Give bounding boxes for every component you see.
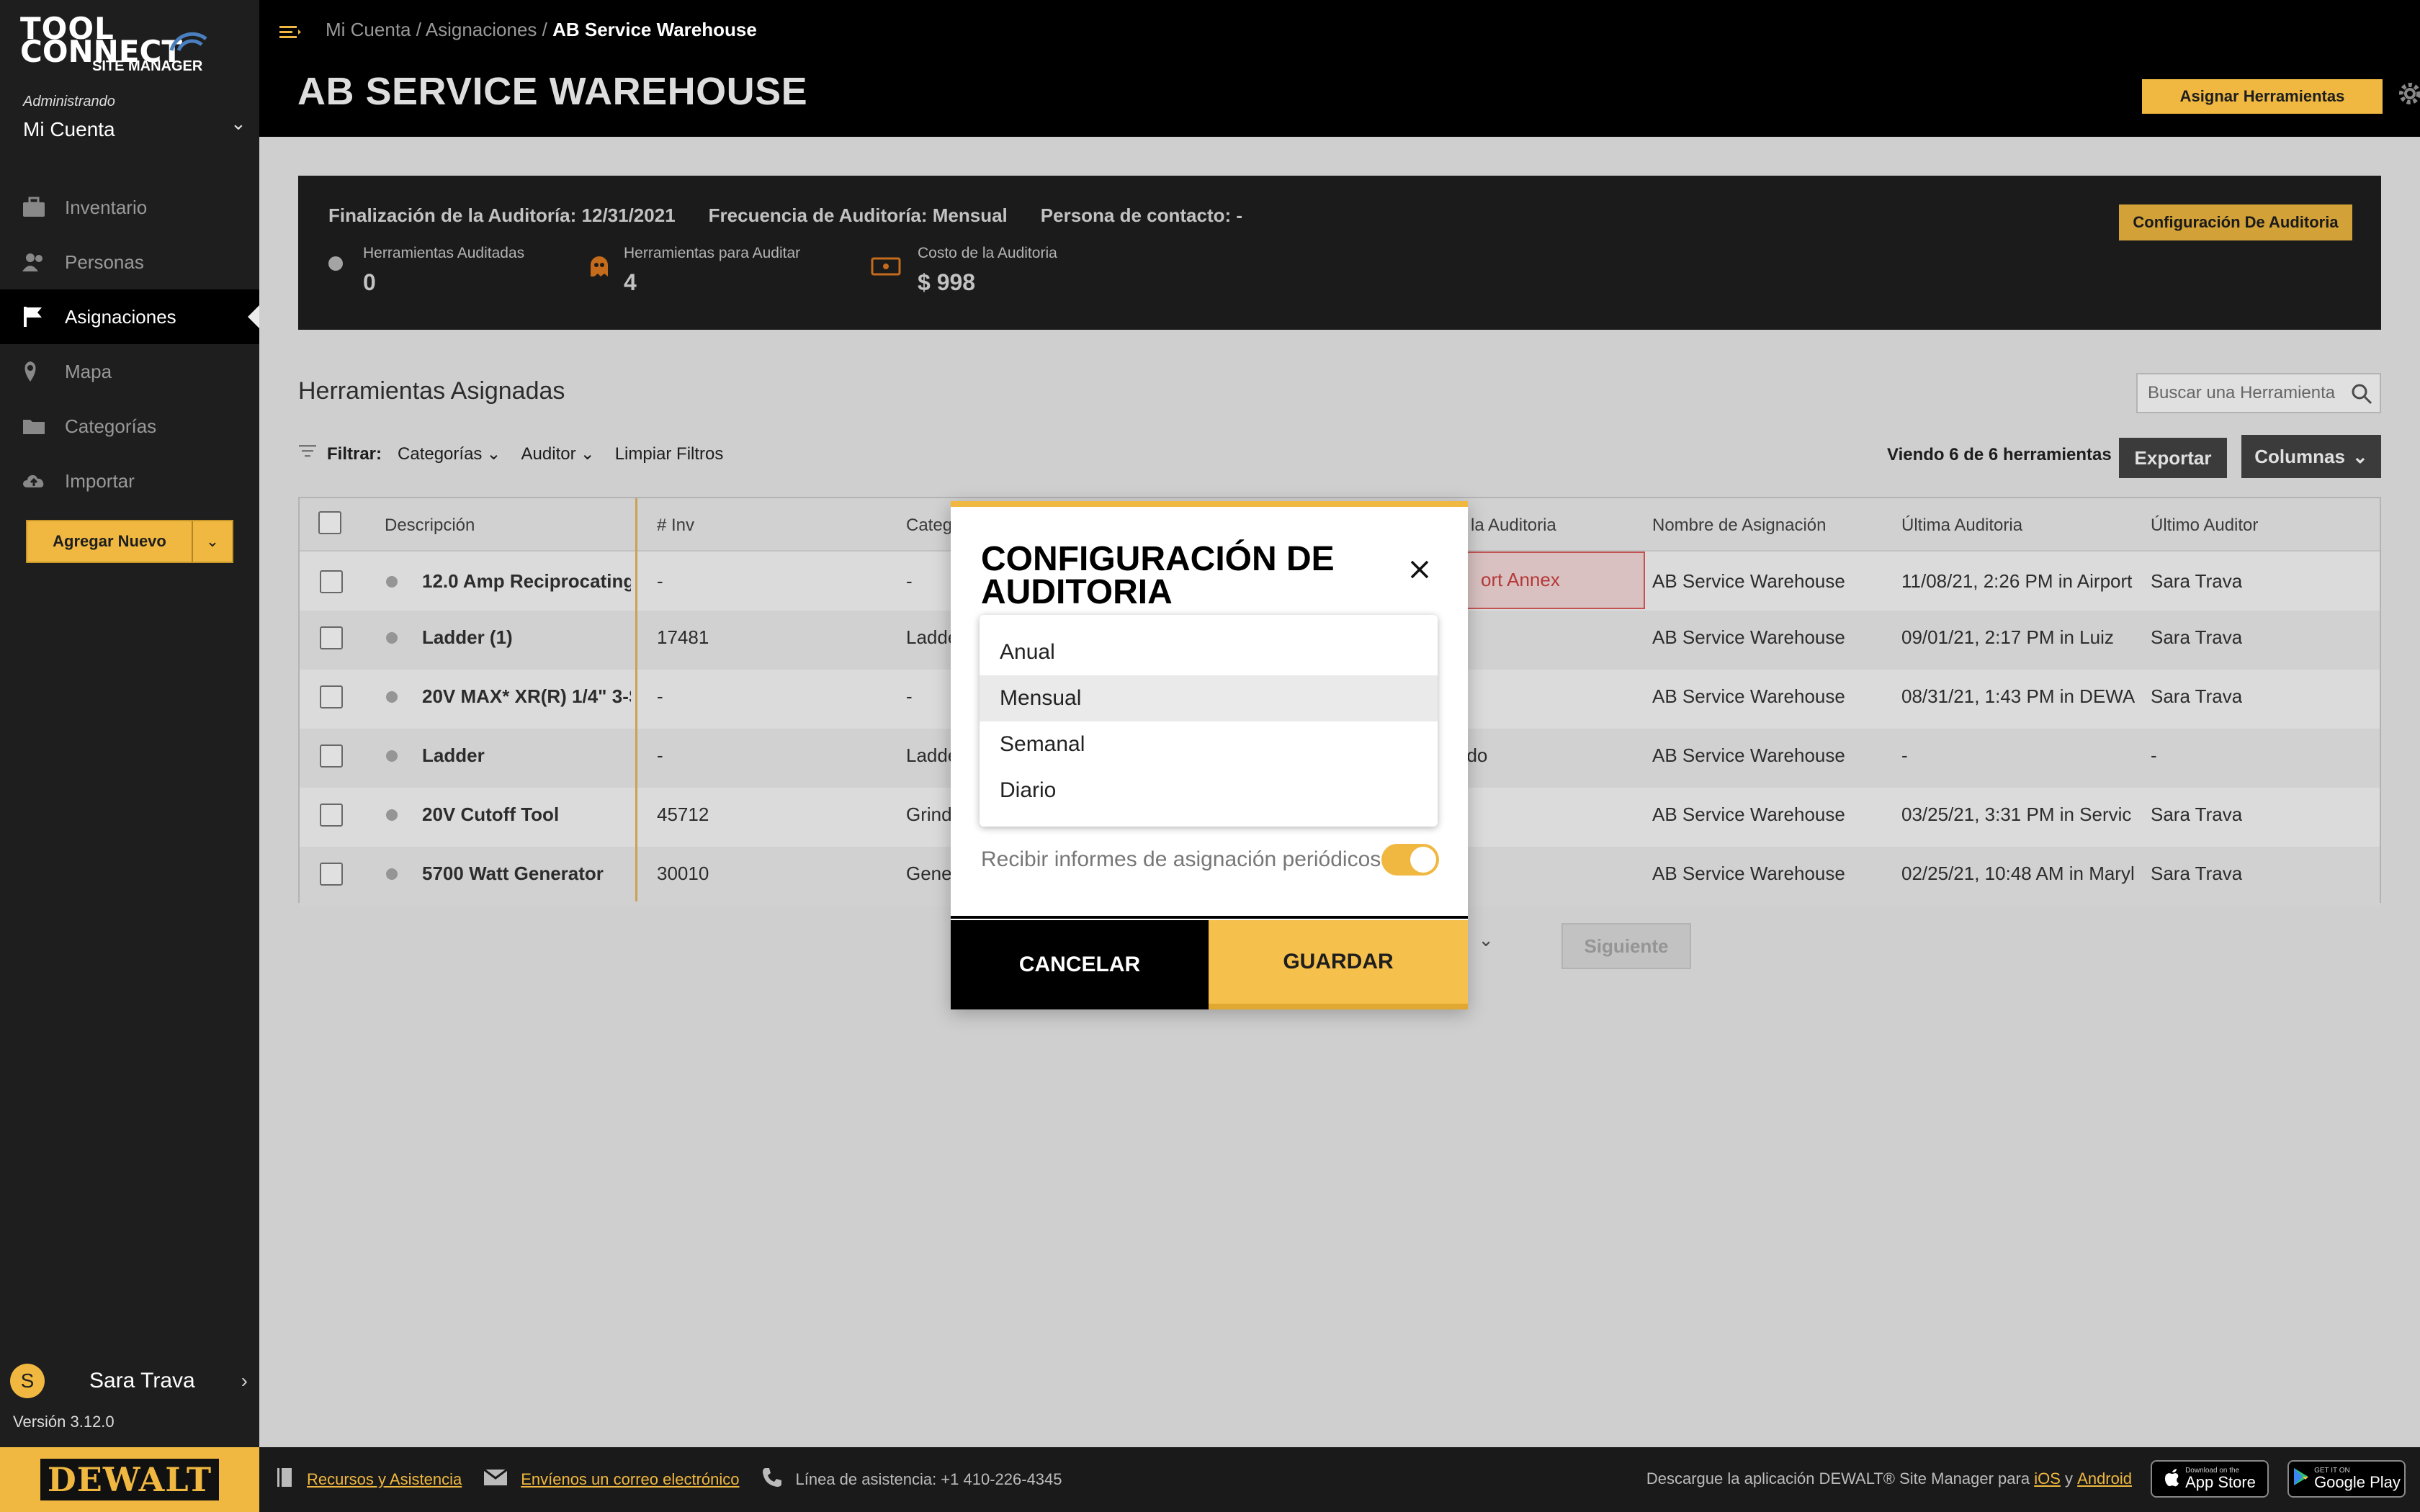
cancel-button[interactable]: CANCELAR [951,920,1209,1009]
ios-link[interactable]: iOS [2034,1470,2061,1488]
toolbox-icon [22,197,65,218]
top-header: Mi Cuenta / Asignaciones / AB Service Wa… [259,0,2420,137]
hotline-text: Línea de asistencia: +1 410-226-4345 [795,1470,1062,1488]
dewalt-logo[interactable]: DEWALT [0,1447,259,1512]
sidebar-item-inventario[interactable]: Inventario [0,180,259,235]
modal-title: CONFIGURACIÓN DE AUDITORIA [981,540,1335,611]
flag-icon [22,305,65,328]
cloud-upload-icon [22,470,65,492]
assign-tools-button[interactable]: Asignar Herramientas [2142,79,2383,114]
logo-subtitle: SITE MANAGER [92,58,203,74]
toggle-knob [1410,847,1436,873]
app-version: Versión 3.12.0 [13,1413,115,1431]
dewalt-logo-text: DEWALT [40,1459,220,1500]
download-text: Descargue la aplicación DEWALT® Site Man… [1646,1470,2030,1488]
book-icon [275,1467,294,1493]
resources-link[interactable]: Recursos y Asistencia [307,1470,462,1489]
sidebar-item-label: Personas [65,251,144,273]
modal-divider [951,916,1468,919]
audit-config-modal: CONFIGURACIÓN DE AUDITORIA Anual Mensual… [951,501,1468,1009]
user-name: Sara Trava [89,1369,195,1392]
wifi-signal-icon [169,32,207,52]
sidebar-item-categorias[interactable]: Categorías [0,399,259,454]
breadcrumb-separator: / [416,19,426,40]
breadcrumb-mi-cuenta[interactable]: Mi Cuenta [326,19,411,40]
map-pin-icon [22,360,65,383]
periodic-reports-label: Recibir informes de asignación periódico… [981,847,1381,871]
and-text: y [2065,1470,2074,1488]
user-menu[interactable]: S Sara Trava › [10,1361,248,1401]
sidebar-item-personas[interactable]: Personas [0,235,259,289]
frequency-option-semanal[interactable]: Semanal [980,721,1438,768]
add-new-button[interactable]: Agregar Nuevo ⌄ [26,520,233,563]
account-chevron-down-icon[interactable]: ⌄ [230,112,246,135]
footer-hotline: Línea de asistencia: +1 410-226-4345 [761,1467,1062,1493]
frequency-option-anual[interactable]: Anual [980,629,1438,675]
sidebar-item-label: Asignaciones [65,305,176,328]
sidebar-item-mapa[interactable]: Mapa [0,344,259,399]
apple-icon [2164,1467,2181,1491]
appstore-text: App Store [2185,1473,2256,1491]
periodic-reports-row: Recibir informes de asignación periódico… [981,842,1439,877]
frequency-dropdown-list: Anual Mensual Semanal Diario [980,615,1438,827]
android-link[interactable]: Android [2077,1470,2132,1488]
email-link[interactable]: Envíenos un correo electrónico [521,1470,739,1489]
add-new-chevron-down-icon[interactable]: ⌄ [192,521,232,562]
breadcrumb-separator: / [542,19,553,40]
phone-icon [761,1467,783,1493]
periodic-reports-toggle[interactable] [1381,844,1439,876]
breadcrumb-current: AB Service Warehouse [552,19,757,40]
sidebar-nav: Inventario Personas Asignaciones Mapa Ca… [0,180,259,508]
tool-connect-logo[interactable]: TOOL CONNECT SITE MANAGER [20,14,222,76]
save-button[interactable]: GUARDAR [1209,920,1468,1009]
frequency-option-mensual[interactable]: Mensual [980,675,1438,721]
page-title: AB SERVICE WAREHOUSE [297,70,808,113]
account-label: Administrando [23,94,115,109]
google-play-badge[interactable]: GET IT ON Google Play [2287,1460,2406,1498]
sidebar-item-importar[interactable]: Importar [0,454,259,508]
footer-resources: Recursos y Asistencia [275,1467,462,1493]
app-store-badge[interactable]: Download on the App Store [2151,1460,2269,1498]
add-new-label[interactable]: Agregar Nuevo [27,521,192,562]
avatar: S [10,1364,45,1398]
breadcrumb: Mi Cuenta / Asignaciones / AB Service Wa… [326,19,757,41]
close-icon[interactable] [1409,559,1430,584]
google-play-icon [2293,1467,2310,1491]
sidebar-item-label: Mapa [65,360,112,382]
breadcrumb-asignaciones[interactable]: Asignaciones [426,19,537,40]
sidebar-item-label: Categorías [65,415,157,437]
people-icon [22,251,65,273]
footer-email: Envíenos un correo electrónico [483,1468,740,1491]
sidebar-item-label: Inventario [65,196,148,218]
gear-icon[interactable] [2397,81,2420,110]
footer-app-download: Descargue la aplicación DEWALT® Site Man… [1646,1460,2406,1498]
menu-collapse-icon[interactable] [278,22,302,47]
sidebar: TOOL CONNECT SITE MANAGER Administrando … [0,0,259,1447]
account-name[interactable]: Mi Cuenta [23,118,115,141]
footer: DEWALT Recursos y Asistencia Envíenos un… [0,1447,2420,1512]
chevron-right-icon: › [241,1369,248,1392]
mail-icon [483,1468,508,1491]
gplay-text: Google Play [2314,1473,2401,1491]
frequency-option-diario[interactable]: Diario [980,768,1438,814]
sidebar-item-label: Importar [65,469,135,492]
sidebar-item-asignaciones[interactable]: Asignaciones [0,289,259,344]
folder-icon [22,415,65,437]
